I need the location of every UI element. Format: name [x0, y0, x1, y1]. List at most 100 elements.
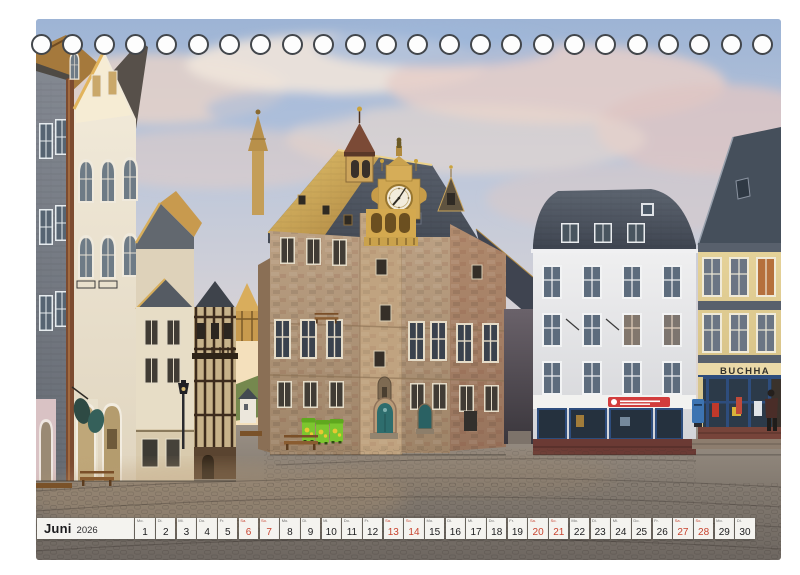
- day-cells: Mo. 1 Di. 2 Mi. 3 Do. 4 Fr. 5 Sa. 6: [135, 518, 754, 539]
- weekday-abbrev: Do.: [489, 519, 495, 523]
- half-timbered-house: [192, 281, 238, 479]
- day-number: 23: [591, 528, 610, 538]
- weekday-abbrev: Do.: [344, 519, 350, 523]
- weekday-abbrev: Di.: [592, 519, 597, 523]
- day-cell: Di. 30: [735, 518, 754, 539]
- beige-corner-building: [136, 191, 202, 481]
- day-number: 2: [156, 528, 175, 538]
- day-number: 20: [528, 528, 547, 538]
- binding-hole: [345, 34, 366, 55]
- day-cell: Mo. 8: [280, 518, 299, 539]
- month-name: Juni: [44, 521, 72, 536]
- day-cell: Mo. 1: [135, 518, 154, 539]
- month-label: Juni 2026: [37, 518, 134, 539]
- day-cell: Di. 2: [156, 518, 175, 539]
- golden-oriel: [364, 209, 418, 246]
- weekday-abbrev: Di.: [158, 519, 163, 523]
- calendar-strip: Juni 2026 Mo. 1 Di. 2 Mi. 3 Do. 4 Fr.: [37, 518, 755, 539]
- day-cell: Do. 18: [487, 518, 506, 539]
- day-cell: Sa. 13: [384, 518, 403, 539]
- cobblestone-texture: [36, 449, 781, 560]
- day-number: 25: [632, 528, 651, 538]
- weekday-abbrev: Do.: [633, 519, 639, 523]
- day-cell: Di. 16: [446, 518, 465, 539]
- day-cell: Mo. 29: [715, 518, 734, 539]
- photo-market-square: BUCHHA: [36, 19, 781, 560]
- day-number: 19: [508, 528, 527, 538]
- weekday-abbrev: So.: [551, 519, 557, 523]
- day-cell: Sa. 27: [673, 518, 692, 539]
- weekday-abbrev: Sa.: [240, 519, 246, 523]
- day-number: 22: [570, 528, 589, 538]
- weekday-abbrev: Mo.: [571, 519, 578, 523]
- binding-hole: [313, 34, 334, 55]
- day-number: 15: [425, 528, 444, 538]
- day-cell: Do. 11: [342, 518, 361, 539]
- binding-hole: [219, 34, 240, 55]
- weekday-abbrev: Mo.: [427, 519, 434, 523]
- day-number: 10: [322, 528, 341, 538]
- day-number: 3: [177, 528, 196, 538]
- weekday-abbrev: Mi.: [323, 519, 328, 523]
- day-cell: Fr. 26: [653, 518, 672, 539]
- binding-hole: [470, 34, 491, 55]
- day-number: 29: [715, 528, 734, 538]
- green-bins: [301, 418, 343, 445]
- day-cell: Mi. 10: [322, 518, 341, 539]
- day-number: 12: [363, 528, 382, 538]
- white-building: [531, 189, 698, 455]
- weekday-abbrev: Sa.: [385, 519, 391, 523]
- day-cell: Sa. 20: [528, 518, 547, 539]
- day-cell: Fr. 5: [218, 518, 237, 539]
- day-cell: Mo. 15: [425, 518, 444, 539]
- binding-hole: [752, 34, 773, 55]
- day-number: 5: [218, 528, 237, 538]
- day-number: 26: [653, 528, 672, 538]
- day-number: 21: [549, 528, 568, 538]
- day-number: 8: [280, 528, 299, 538]
- day-number: 17: [466, 528, 485, 538]
- calendar-page: BUCHHA: [0, 0, 800, 575]
- day-number: 6: [239, 528, 258, 538]
- day-cell: So. 14: [404, 518, 423, 539]
- weekday-abbrev: Di.: [302, 519, 307, 523]
- day-cell: So. 21: [549, 518, 568, 539]
- day-number: 27: [673, 528, 692, 538]
- day-cell: Mi. 17: [466, 518, 485, 539]
- binding-hole: [125, 34, 146, 55]
- alley: [504, 309, 533, 444]
- day-cell: Di. 9: [301, 518, 320, 539]
- day-number: 18: [487, 528, 506, 538]
- weekday-abbrev: Mi.: [613, 519, 618, 523]
- day-cell: Sa. 6: [239, 518, 258, 539]
- day-cell: Fr. 19: [508, 518, 527, 539]
- binding-hole: [627, 34, 648, 55]
- day-number: 24: [611, 528, 630, 538]
- binding-hole: [439, 34, 460, 55]
- day-number: 13: [384, 528, 403, 538]
- day-number: 14: [404, 528, 423, 538]
- day-number: 7: [260, 528, 279, 538]
- day-number: 16: [446, 528, 465, 538]
- day-number: 28: [694, 528, 713, 538]
- weekday-abbrev: Mo.: [716, 519, 723, 523]
- day-cell: Di. 23: [591, 518, 610, 539]
- weekday-abbrev: So.: [406, 519, 412, 523]
- weekday-abbrev: Mi.: [178, 519, 183, 523]
- shop-front: [533, 395, 696, 455]
- weekday-abbrev: Do.: [199, 519, 205, 523]
- day-cell: Mi. 24: [611, 518, 630, 539]
- binding-hole: [376, 34, 397, 55]
- weekday-abbrev: Mi.: [468, 519, 473, 523]
- weekday-abbrev: Fr.: [654, 519, 659, 523]
- weekday-abbrev: Di.: [737, 519, 742, 523]
- weekday-abbrev: So.: [695, 519, 701, 523]
- weekday-abbrev: Fr.: [364, 519, 369, 523]
- clock-face: [386, 185, 412, 211]
- day-cell: So. 28: [694, 518, 713, 539]
- day-cell: Mo. 22: [570, 518, 589, 539]
- day-cell: So. 7: [260, 518, 279, 539]
- weekday-abbrev: Sa.: [530, 519, 536, 523]
- day-number: 30: [735, 528, 754, 538]
- side-door: [416, 404, 434, 434]
